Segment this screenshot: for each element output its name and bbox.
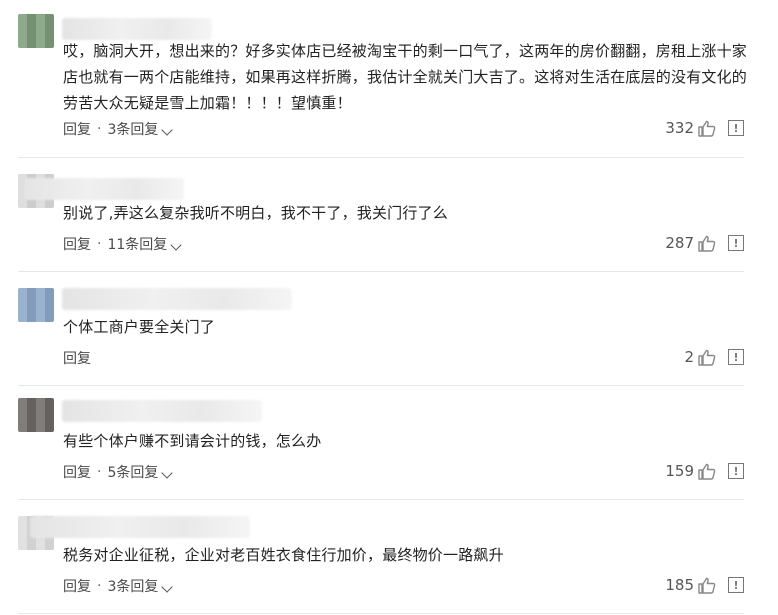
chevron-down-icon: [170, 239, 182, 251]
thumbs-up-icon[interactable]: [698, 577, 716, 594]
report-icon[interactable]: !: [728, 577, 744, 593]
reply-row: 回复: [63, 348, 91, 368]
comment-item: 税务对企业征税，企业对老百姓衣食住行加价，最终物价一路飙升 回复 · 3条回复 …: [0, 500, 778, 615]
reply-button[interactable]: 回复: [63, 462, 91, 482]
replies-count-label: 5条回复: [107, 465, 159, 481]
username-blurred: [62, 18, 212, 40]
like-count: 287: [665, 234, 694, 252]
chevron-down-icon: [161, 124, 174, 136]
avatar[interactable]: [18, 288, 54, 322]
comment-text: 别说了,弄这么复杂我听不明白，我不干了，我关门行了么: [63, 204, 448, 222]
replies-count-label: 11条回复: [107, 237, 168, 253]
replies-count-label: 3条回复: [107, 579, 159, 595]
comment-stats: 159 !: [665, 462, 744, 480]
comment-item: 别说了,弄这么复杂我听不明白，我不干了，我关门行了么 回复 · 11条回复 28…: [0, 158, 778, 272]
view-replies-button[interactable]: 11条回复: [107, 234, 182, 254]
comment-text: 税务对企业征税，企业对老百姓衣食住行加价，最终物价一路飙升: [63, 546, 504, 564]
comment-stats: 2 !: [684, 348, 744, 366]
reply-button[interactable]: 回复: [63, 234, 91, 254]
report-icon[interactable]: !: [728, 349, 744, 365]
avatar[interactable]: [18, 14, 54, 48]
comment-item: 个体工商户要全关门了 回复 2 !: [0, 272, 778, 386]
thumbs-up-icon[interactable]: [698, 349, 716, 366]
chevron-down-icon: [161, 467, 174, 479]
separator-dot: ·: [97, 236, 102, 252]
view-replies-button[interactable]: 3条回复: [107, 119, 174, 139]
separator-dot: ·: [97, 464, 102, 480]
username-blurred: [30, 516, 250, 538]
comment-stats: 332 !: [665, 119, 744, 137]
reply-button[interactable]: 回复: [63, 119, 91, 139]
comment-stats: 287 !: [665, 234, 744, 252]
separator-dot: ·: [97, 578, 102, 594]
reply-row: 回复 · 5条回复: [63, 462, 174, 482]
reply-row: 回复 · 3条回复: [63, 119, 174, 139]
view-replies-button[interactable]: 5条回复: [107, 462, 174, 482]
replies-count-label: 3条回复: [107, 122, 159, 138]
like-count: 185: [665, 576, 694, 594]
reply-button[interactable]: 回复: [63, 348, 91, 368]
like-count: 159: [665, 462, 694, 480]
comment-item: 哎，脑洞大开，想出来的？好多实体店已经被淘宝干的剩一口气了，这两年的房价翻翻，房…: [0, 0, 778, 158]
username-blurred: [24, 178, 184, 200]
report-icon[interactable]: !: [728, 120, 744, 136]
comment-text: 有些个体户赚不到请会计的钱，怎么办: [63, 432, 322, 450]
chevron-down-icon: [161, 581, 174, 593]
separator-dot: ·: [97, 121, 102, 137]
divider: [18, 613, 744, 614]
comment-text: 个体工商户要全关门了: [63, 318, 216, 336]
reply-row: 回复 · 3条回复: [63, 576, 174, 596]
reply-row: 回复 · 11条回复: [63, 234, 182, 254]
username-blurred: [62, 400, 262, 422]
thumbs-up-icon[interactable]: [698, 463, 716, 480]
view-replies-button[interactable]: 3条回复: [107, 576, 174, 596]
avatar[interactable]: [18, 398, 54, 432]
comment-text: 哎，脑洞大开，想出来的？好多实体店已经被淘宝干的剩一口气了，这两年的房价翻翻，房…: [63, 42, 748, 112]
like-count: 2: [684, 348, 694, 366]
comment-item: 有些个体户赚不到请会计的钱，怎么办 回复 · 5条回复 159 !: [0, 386, 778, 500]
comment-stats: 185 !: [665, 576, 744, 594]
like-count: 332: [665, 119, 694, 137]
report-icon[interactable]: !: [728, 235, 744, 251]
thumbs-up-icon[interactable]: [698, 120, 716, 137]
username-blurred: [62, 288, 292, 310]
reply-button[interactable]: 回复: [63, 576, 91, 596]
report-icon[interactable]: !: [728, 463, 744, 479]
thumbs-up-icon[interactable]: [698, 235, 716, 252]
